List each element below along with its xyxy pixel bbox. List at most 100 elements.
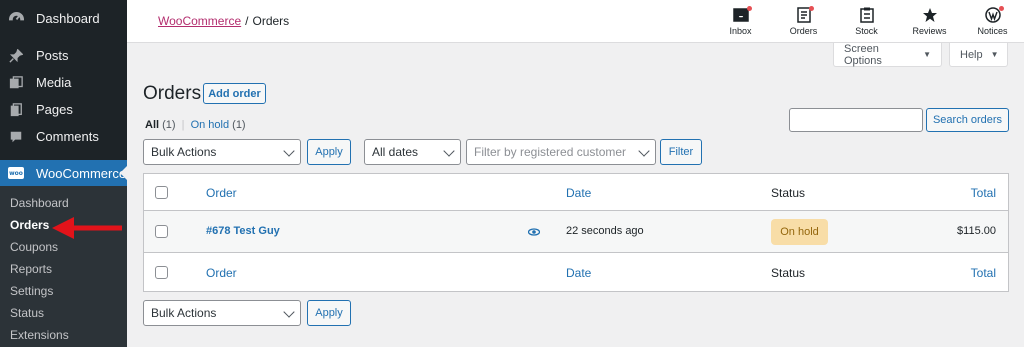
bulk-actions-value: Bulk Actions [151,306,217,320]
sidebar-item-label: Comments [36,129,99,144]
table-footer-row: Order Date Status Total [144,254,1008,292]
breadcrumb: WooCommerce / Orders [158,14,289,28]
search-input[interactable] [789,108,923,132]
notices-label: Notices [977,26,1008,36]
sidebar-item-label: Media [36,75,72,90]
help-button[interactable]: Help ▼ [949,43,1008,67]
apply-button-bottom[interactable]: Apply [307,300,351,326]
bulk-actions-select-top[interactable]: Bulk Actions [143,139,301,165]
screen-options-label: Screen Options [844,42,882,67]
reviews-label: Reviews [912,26,947,36]
column-footer-order[interactable]: Order [206,266,237,280]
notices-button[interactable]: Notices [961,0,1024,43]
inbox-button[interactable]: Inbox [709,0,772,43]
chevron-down-icon [638,145,650,157]
submenu-item-status[interactable]: Status [0,302,127,324]
notification-dot [809,6,814,11]
page-title: Orders [143,83,202,104]
sidebar-item-label: Posts [36,48,69,63]
annotation-arrow [52,217,122,239]
dates-filter-select[interactable]: All dates [364,139,461,165]
dashboard-icon [8,10,24,26]
column-header-status: Status [771,186,806,200]
filter-onhold-link[interactable]: On hold [191,119,230,131]
orders-panel-button[interactable]: Orders [772,0,835,43]
stock-icon [859,7,875,23]
woocommerce-icon: woo [8,167,24,179]
sidebar-item-label: Dashboard [36,10,100,26]
customer-filter-select[interactable]: Filter by registered customer [466,139,656,165]
activity-panel-icons: Inbox Orders Stock Reviews Notices [709,0,1024,43]
wordpress-icon [984,7,1001,23]
chevron-down-icon [283,145,295,157]
submenu-item-settings[interactable]: Settings [0,280,127,302]
column-header-order[interactable]: Order [206,186,237,200]
pages-icon [8,102,24,118]
order-date: 22 seconds ago [566,225,644,237]
sidebar-item-dashboard[interactable]: Dashboard [0,0,127,36]
select-all-checkbox[interactable] [155,186,168,199]
filter-button[interactable]: Filter [660,139,702,165]
woocommerce-submenu: Dashboard Orders Coupons Reports Setting… [0,186,127,347]
notification-dot [999,6,1004,11]
sidebar-item-woocommerce[interactable]: woo WooCommerce [0,160,127,186]
bulk-actions-select-bottom[interactable]: Bulk Actions [143,300,301,326]
filter-onhold-count: (1) [232,119,246,131]
inbox-label: Inbox [729,26,752,36]
pin-icon [8,48,24,64]
breadcrumb-current: Orders [252,14,290,28]
table-header-row: Order Date Status Total [144,174,1008,211]
sidebar-item-comments[interactable]: Comments [0,123,127,150]
customer-filter-placeholder: Filter by registered customer [474,145,627,159]
screen-options-button[interactable]: Screen Options ▼ [833,43,942,67]
chevron-down-icon [443,145,455,157]
column-header-total[interactable]: Total [971,186,996,200]
status-filter-links: All (1) | On hold (1) [145,119,246,131]
filter-all-count: (1) [162,119,176,131]
sidebar-item-media[interactable]: Media [0,69,127,96]
breadcrumb-link-woocommerce[interactable]: WooCommerce [158,14,241,28]
preview-eye-icon[interactable] [528,228,540,236]
status-badge: On hold [771,219,828,245]
table-row[interactable]: #678 Test Guy 22 seconds ago On hold $11… [144,211,1008,253]
search-orders-button[interactable]: Search orders [926,108,1009,132]
caret-down-icon: ▼ [990,50,999,59]
sidebar-item-label: Pages [36,102,73,117]
order-link[interactable]: #678 Test Guy [206,225,280,237]
sidebar-item-label: WooCommerce [36,165,127,181]
orders-panel-label: Orders [789,26,818,36]
submenu-item-extensions[interactable]: Extensions [0,324,127,346]
order-total: $115.00 [957,225,996,237]
inbox-icon [732,7,749,23]
media-icon [8,75,24,91]
column-footer-date[interactable]: Date [566,266,591,280]
stock-label: Stock [855,26,878,36]
column-footer-total[interactable]: Total [971,266,996,280]
column-header-date[interactable]: Date [566,186,591,200]
breadcrumb-separator: / [245,14,249,28]
dates-filter-value: All dates [372,145,419,159]
stock-button[interactable]: Stock [835,0,898,43]
caret-down-icon: ▼ [923,50,931,59]
filter-all-link[interactable]: All [145,119,159,131]
row-checkbox[interactable] [155,225,168,238]
add-order-button[interactable]: Add order [203,83,266,104]
submenu-item-dashboard[interactable]: Dashboard [0,192,127,214]
orders-table: Order Date Status Total #678 Test Guy 22… [143,173,1009,292]
top-header: WooCommerce/Orders Inbox Orders Stock [127,0,1024,43]
sidebar-item-pages[interactable]: Pages [0,96,127,123]
chevron-down-icon [283,306,295,318]
admin-sidebar: Dashboard Posts Media Pages Comments woo… [0,0,127,347]
notification-dot [747,6,752,11]
submenu-item-reports[interactable]: Reports [0,258,127,280]
help-label: Help [960,48,983,61]
star-icon [922,7,938,23]
filter-separator: | [181,119,185,131]
select-all-checkbox-footer[interactable] [155,266,168,279]
bulk-actions-value: Bulk Actions [151,145,217,159]
column-footer-status: Status [771,266,806,280]
comment-icon [8,129,24,145]
sidebar-item-posts[interactable]: Posts [0,42,127,69]
reviews-button[interactable]: Reviews [898,0,961,43]
apply-button-top[interactable]: Apply [307,139,351,165]
